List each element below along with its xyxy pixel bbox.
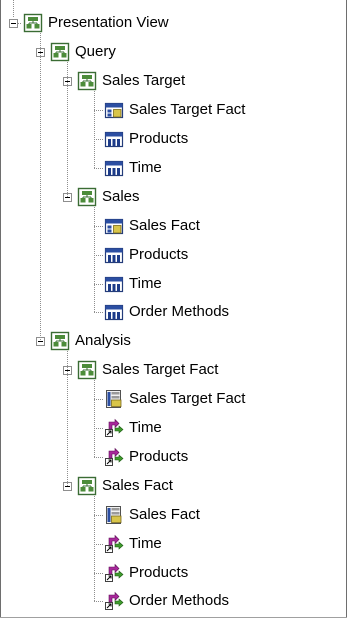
measure-dimension-icon [104,389,124,409]
tree-connector-line [94,139,103,141]
tree-connector-line [94,601,103,603]
tree-node-label: Sales Target Fact [129,390,246,408]
model-tree: Presentation View Query Sales Target Sales … [0,0,354,618]
dimension-table-icon [104,245,124,265]
tree-node-label: Sales Fact [129,216,200,234]
tree-connector-line [13,0,14,19]
catalog-folder-icon [77,71,97,91]
tree-node-label: Order Methods [129,592,230,610]
shortcut-icon [104,534,124,554]
tree-connector-line [94,312,103,314]
tree-connector-line [94,283,103,285]
tree-node-label: Sales Target Fact [129,101,246,119]
shortcut-icon [104,563,124,583]
dimension-table-icon [104,302,124,322]
tree-connector-line [94,543,103,545]
tree-connector-line [94,456,103,458]
fact-table-icon [104,100,124,120]
tree-node-label: Sales [102,187,140,205]
dimension-table-icon [104,129,124,149]
tree-connector-line [94,514,103,516]
tree-connector-line [94,91,95,168]
tree-node-label: Order Methods [129,303,230,321]
tree-connector-line [94,110,103,112]
tree-node-label: Sales Fact [129,505,200,523]
dimension-table-icon [104,274,124,294]
tree-node-label: Presentation View [48,14,169,32]
catalog-folder-icon [77,187,97,207]
tree-node-label: Products [129,563,189,581]
tree-node-label: Analysis [75,332,131,350]
tree-node-label: Query [75,43,116,61]
catalog-folder-icon [77,360,97,380]
tree-connector-line [67,351,68,486]
tree-node-label: Sales Target [102,72,186,90]
tree-node-label: Products [129,245,189,263]
tree-node-label: Time [129,534,162,552]
tree-node-label: Sales Target Fact [102,361,219,379]
catalog-folder-icon [77,476,97,496]
tree-connector-line [94,254,103,256]
fact-table-icon [104,216,124,236]
measure-dimension-icon [104,505,124,525]
tree-connector-line [94,167,103,169]
shortcut-icon [104,591,124,611]
tree-node-label: Sales Fact [102,476,173,494]
tree-node-label: Products [129,130,189,148]
tree-connector-line [94,206,95,313]
tree-connector-line [67,62,68,197]
catalog-folder-icon [23,13,43,33]
shortcut-icon [104,447,124,467]
tree-connector-line [94,572,103,574]
tree-connector-line [94,225,103,227]
tree-node-label: Time [129,274,162,292]
dimension-table-icon [104,158,124,178]
tree-connector-line [94,495,95,602]
tree-node-label: Time [129,158,162,176]
collapse-toggle-icon[interactable] [9,19,18,29]
tree-connector-line [18,23,22,25]
tree-connector-line [94,380,95,457]
tree-connector-line [40,33,41,342]
tree-node-label: Time [129,419,162,437]
tree-connector-line [94,428,103,430]
catalog-folder-icon [50,331,70,351]
shortcut-icon [104,418,124,438]
tree-node-label: Products [129,447,189,465]
catalog-folder-icon [50,42,70,62]
tree-connector-line [94,399,103,401]
